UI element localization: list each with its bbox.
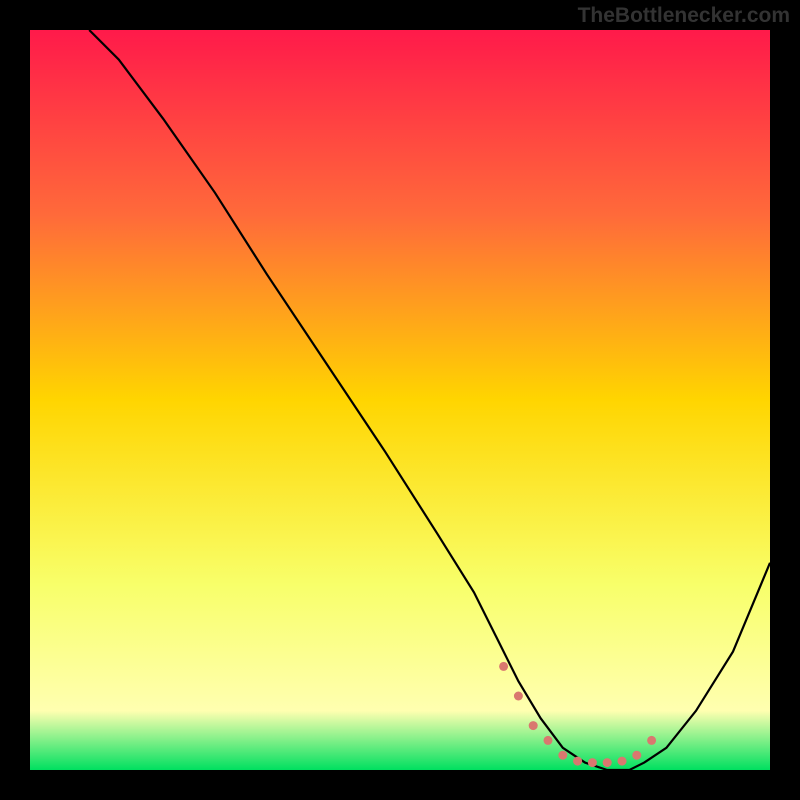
marker-dot bbox=[529, 721, 538, 730]
chart-background bbox=[30, 30, 770, 770]
marker-dot bbox=[573, 757, 582, 766]
marker-dot bbox=[603, 758, 612, 767]
marker-dot bbox=[499, 662, 508, 671]
chart-svg bbox=[30, 30, 770, 770]
marker-dot bbox=[544, 736, 553, 745]
marker-dot bbox=[588, 758, 597, 767]
watermark-text: TheBottlenecker.com bbox=[578, 4, 790, 28]
chart-plot-area bbox=[30, 30, 770, 770]
marker-dot bbox=[618, 757, 627, 766]
marker-dot bbox=[558, 751, 567, 760]
marker-dot bbox=[514, 692, 523, 701]
marker-dot bbox=[632, 751, 641, 760]
marker-dot bbox=[647, 736, 656, 745]
